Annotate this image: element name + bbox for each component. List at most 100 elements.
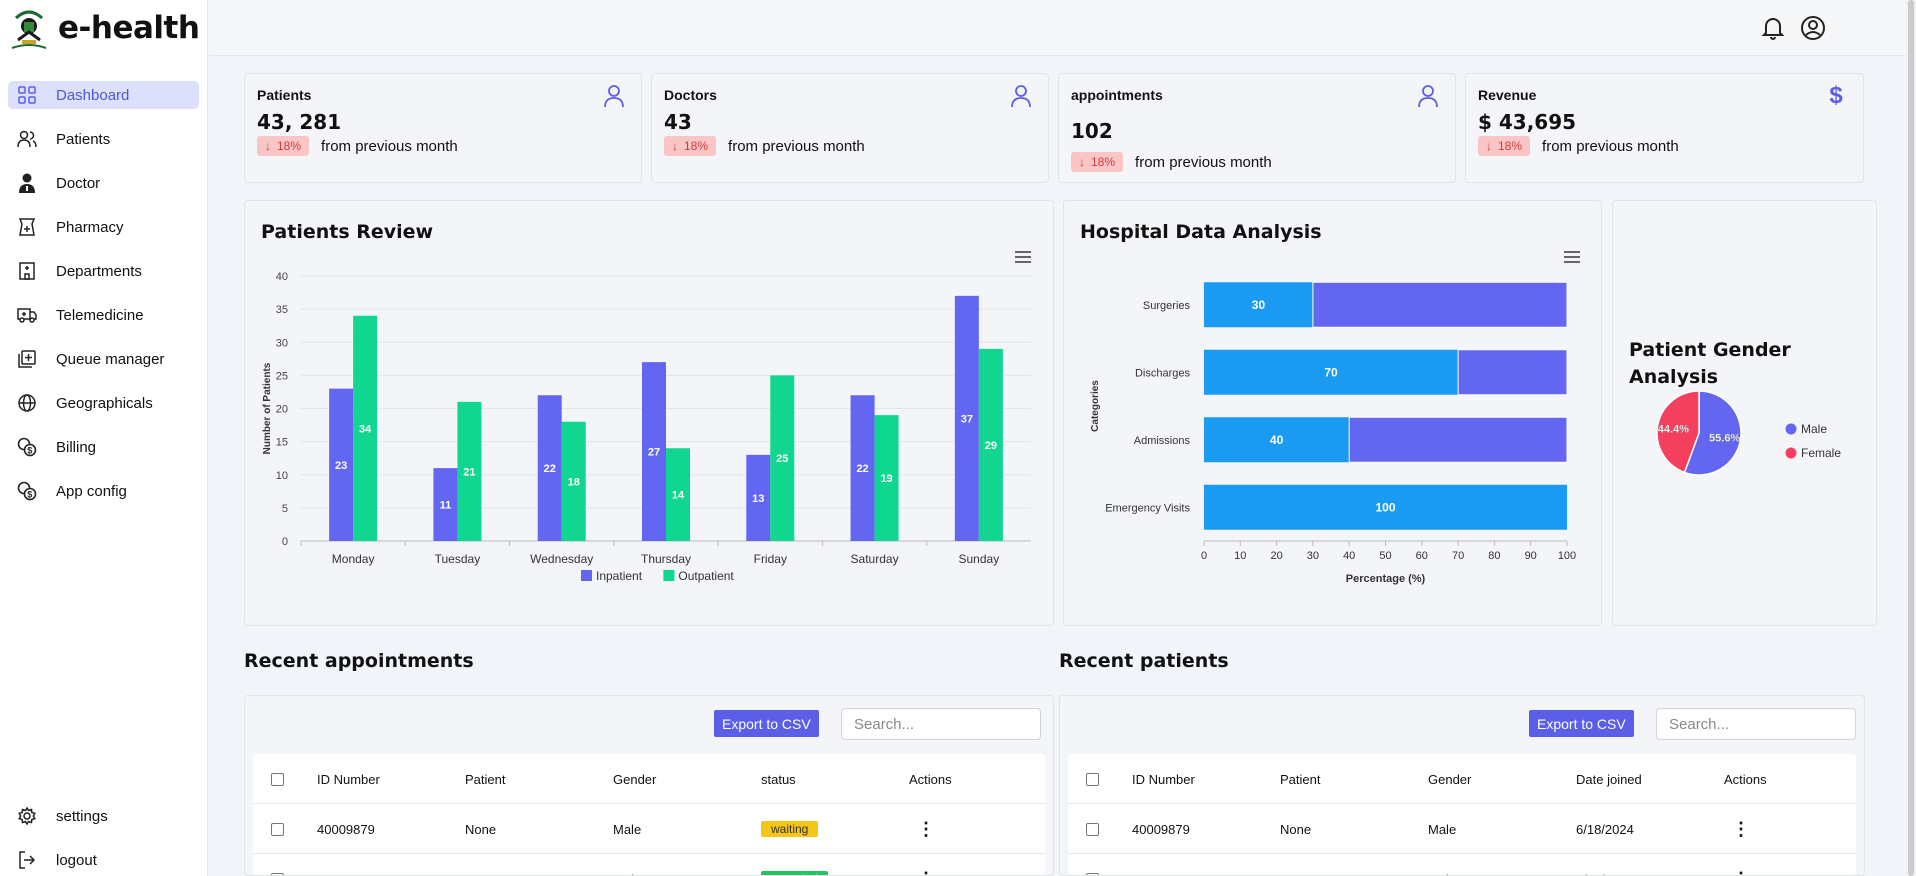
sidebar-item-billing[interactable]: $ Billing	[8, 433, 199, 461]
sidebar-bottom: settings logout	[8, 802, 199, 876]
legend-swatch	[581, 570, 592, 581]
export-csv-button[interactable]: Export to CSV	[1529, 710, 1634, 737]
x-tick-label: Saturday	[851, 552, 899, 566]
scrollbar-thumb[interactable]	[1908, 0, 1914, 876]
column-header: Date joined	[1576, 771, 1642, 787]
sidebar-item-app-config[interactable]: $ App config	[8, 477, 199, 505]
account-icon[interactable]	[1800, 15, 1826, 41]
appointments-table-panel: Export to CSV ID Number Patient Gender s…	[244, 695, 1054, 876]
stat-value: 43	[664, 110, 692, 134]
data-label: 19	[880, 473, 892, 485]
cell-date: 6/18/2024	[1576, 821, 1634, 837]
bell-icon[interactable]	[1760, 15, 1786, 41]
x-tick-label: Thursday	[641, 552, 691, 566]
slice-label: 55.6%	[1709, 433, 1740, 445]
gender-analysis-panel: Patient Gender Analysis 55.6% 44.4% Male Fe…	[1612, 200, 1877, 626]
column-header: Actions	[1724, 771, 1767, 787]
y-tick-label: 20	[276, 404, 288, 416]
chart-title: Patient Gender Analysis	[1629, 339, 1791, 388]
sidebar-item-label: settings	[56, 807, 108, 825]
more-vertical-icon[interactable]: ⋮	[1732, 820, 1750, 838]
gender-pie-chart: 55.6% 44.4% Male Female	[1656, 391, 1841, 476]
y-tick-label: Admissions	[1134, 435, 1191, 447]
more-vertical-icon[interactable]: ⋮	[917, 820, 935, 838]
queue-icon	[16, 348, 38, 370]
users-icon	[16, 128, 38, 150]
column-header: Actions	[909, 771, 952, 787]
x-tick-label: 90	[1525, 550, 1537, 562]
bar-remainder	[1457, 349, 1568, 396]
sidebar-item-departments[interactable]: Departments	[8, 257, 199, 285]
x-tick-label: 20	[1270, 550, 1282, 562]
data-label: 22	[544, 463, 556, 475]
change-note: from previous month	[1542, 137, 1679, 155]
stat-title: Doctors	[664, 87, 717, 103]
table-row: 40009879 None Male 6/18/2024 ⋮	[1068, 854, 1856, 875]
row-checkbox[interactable]	[271, 872, 284, 875]
stat-card-revenue: Revenue $ $ 43,695 ↓ 18% from previous mo…	[1465, 73, 1864, 183]
legend-swatch	[1785, 447, 1797, 459]
cell-id: 40009879	[317, 854, 375, 876]
data-label: 29	[985, 440, 997, 452]
user-icon	[1010, 84, 1032, 108]
stat-card-patients: Patients 43, 281 ↓ 18% from previous mont…	[244, 73, 642, 183]
table-row: 40009879 None Male waiting ⋮	[253, 804, 1045, 854]
x-tick-label: 100	[1558, 550, 1576, 562]
stat-value: 102	[1071, 119, 1113, 143]
select-all-checkbox[interactable]	[1086, 772, 1099, 786]
data-label: 100	[1375, 500, 1395, 514]
status-badge: waiting	[761, 821, 819, 837]
x-tick-label: Sunday	[959, 552, 1000, 566]
change-pill: ↓ 18%	[1071, 152, 1124, 172]
stat-value: 43, 281	[257, 110, 342, 134]
search-input[interactable]	[841, 708, 1041, 740]
arrow-down-icon: ↓	[265, 139, 271, 153]
row-checkbox[interactable]	[1086, 822, 1099, 836]
export-csv-button[interactable]: Export to CSV	[714, 710, 819, 737]
sidebar-item-geographicals[interactable]: Geographicals	[8, 389, 199, 417]
sidebar-item-label: Departments	[56, 262, 142, 280]
row-checkbox[interactable]	[271, 822, 284, 836]
more-vertical-icon[interactable]: ⋮	[917, 870, 935, 875]
brand: e-health	[0, 0, 207, 56]
svg-text:$: $	[27, 490, 32, 500]
sidebar-item-dashboard[interactable]: Dashboard	[8, 81, 199, 109]
table-row: 40009879 None Male 6/18/2024 ⋮	[1068, 804, 1856, 854]
recent-appointments-title: Recent appointments	[244, 650, 474, 672]
menu-icon[interactable]	[1564, 251, 1580, 263]
sidebar-item-logout[interactable]: logout	[8, 846, 199, 874]
sidebar-nav: Dashboard Patients Doctor Pharmacy Depar…	[8, 81, 199, 521]
row-checkbox[interactable]	[1086, 872, 1099, 875]
scrollbar[interactable]	[1906, 0, 1916, 876]
change-value: 18%	[1091, 155, 1116, 169]
column-header: Patient	[465, 771, 506, 787]
stat-change-row: ↓ 18% from previous month	[664, 136, 865, 156]
hospital-analysis-panel: Hospital Data Analysis 0 10 20 30 40 50 60 70 80…	[1063, 200, 1602, 626]
slice-label: 44.4%	[1658, 423, 1689, 435]
bar-remainder	[1312, 281, 1568, 328]
sidebar-item-label: Patients	[56, 130, 111, 148]
stat-title: Revenue	[1478, 87, 1537, 103]
y-tick-label: 40	[276, 271, 288, 283]
user-icon	[1417, 84, 1439, 108]
sidebar-item-pharmacy[interactable]: Pharmacy	[8, 213, 199, 241]
sidebar-item-telemedicine[interactable]: Telemedicine	[8, 301, 199, 329]
more-vertical-icon[interactable]: ⋮	[1732, 870, 1750, 875]
search-input[interactable]	[1656, 708, 1856, 740]
sidebar-item-label: Billing	[56, 438, 97, 456]
logo-emblem	[11, 10, 47, 49]
select-all-checkbox[interactable]	[271, 772, 284, 786]
cell-id: 40009879	[317, 821, 375, 837]
stat-value: $ 43,695	[1478, 110, 1577, 134]
sidebar-item-queue-manager[interactable]: Queue manager	[8, 345, 199, 373]
x-axis-label: Percentage (%)	[1346, 573, 1426, 585]
cell-patient: None	[465, 821, 497, 837]
sidebar-item-patients[interactable]: Patients	[8, 125, 199, 153]
sidebar-item-label: Geographicals	[56, 394, 153, 412]
x-tick-label: 70	[1452, 550, 1464, 562]
change-note: from previous month	[1135, 153, 1272, 171]
sidebar-item-settings[interactable]: settings	[8, 802, 199, 830]
sidebar-item-doctor[interactable]: Doctor	[8, 169, 199, 197]
stat-card-appointments: appointments 102 ↓ 18% from previous mont…	[1058, 73, 1456, 183]
x-tick-label: Friday	[754, 552, 787, 566]
